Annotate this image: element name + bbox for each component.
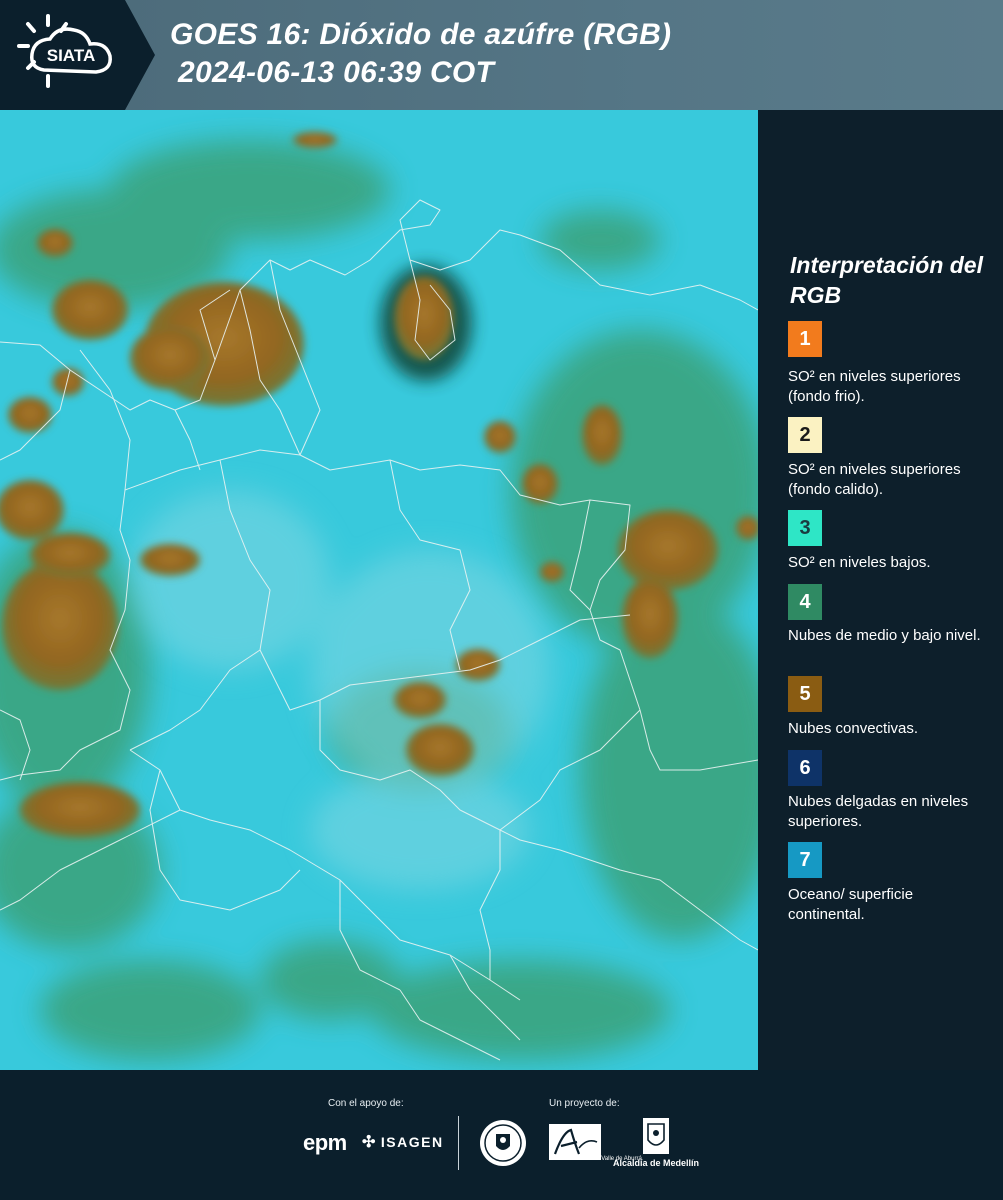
title-band: [125, 0, 1003, 110]
siata-logo-text: SIATA: [47, 46, 95, 65]
support-label: Con el apoyo de:: [328, 1098, 404, 1109]
legend-swatch-3: 3: [788, 510, 822, 546]
area-metropolitana-logo: [549, 1124, 601, 1160]
rgb-composite-image: [0, 110, 758, 1070]
legend-panel: Interpretación del RGB 1 SO² en niveles …: [760, 110, 1003, 1070]
legend-label-2: SO² en niveles superiores (fondo calido)…: [788, 461, 961, 498]
alcaldia-shield-icon: [643, 1118, 669, 1154]
legend-label-3: SO² en niveles bajos.: [788, 554, 931, 571]
legend-label-4: Nubes de medio y bajo nivel.: [788, 627, 981, 644]
legend-swatch-1: 1: [788, 321, 822, 357]
project-label: Un proyecto de:: [549, 1098, 620, 1109]
alcaldia-text: Alcaldía de Medellín: [613, 1158, 700, 1168]
legend-swatch-2: 2: [788, 417, 822, 453]
legend-label-6: Nubes delgadas en niveles superiores.: [788, 793, 969, 830]
legend-swatch-5: 5: [788, 676, 822, 712]
isagen-mark-icon: ✣: [362, 1134, 377, 1151]
page-title: GOES 16: Dióxido de azúfre (RGB): [170, 18, 672, 51]
legend-label-7: Oceano/ superficie continental.: [788, 886, 914, 923]
page-timestamp: 2024-06-13 06:39 COT: [178, 56, 495, 89]
siata-logo-mark: SIATA: [17, 14, 112, 88]
header: SIATA GOES 16: Dióxido de azúfre (RGB) 2…: [0, 0, 1003, 110]
legend-label-5: Nubes convectivas.: [788, 720, 919, 737]
legend-swatch-4: 4: [788, 584, 822, 620]
legend-swatch-6: 6: [788, 750, 822, 786]
legend-label-1: SO² en niveles superiores (fondo frio).: [788, 368, 961, 405]
medellin-seal-icon: [480, 1120, 526, 1166]
isagen-logo: ✣ ISAGEN: [362, 1132, 444, 1152]
footer-divider: [458, 1116, 459, 1170]
isagen-text: ISAGEN: [380, 1134, 444, 1150]
satellite-map: [0, 110, 758, 1070]
epm-logo: epm: [303, 1130, 347, 1155]
legend-title: Interpretación del RGB: [790, 252, 983, 308]
siata-logo: SIATA: [14, 12, 126, 98]
legend-swatch-7: 7: [788, 842, 822, 878]
footer: Con el apoyo de: Un proyecto de: epm ✣ IS…: [0, 1070, 1003, 1200]
